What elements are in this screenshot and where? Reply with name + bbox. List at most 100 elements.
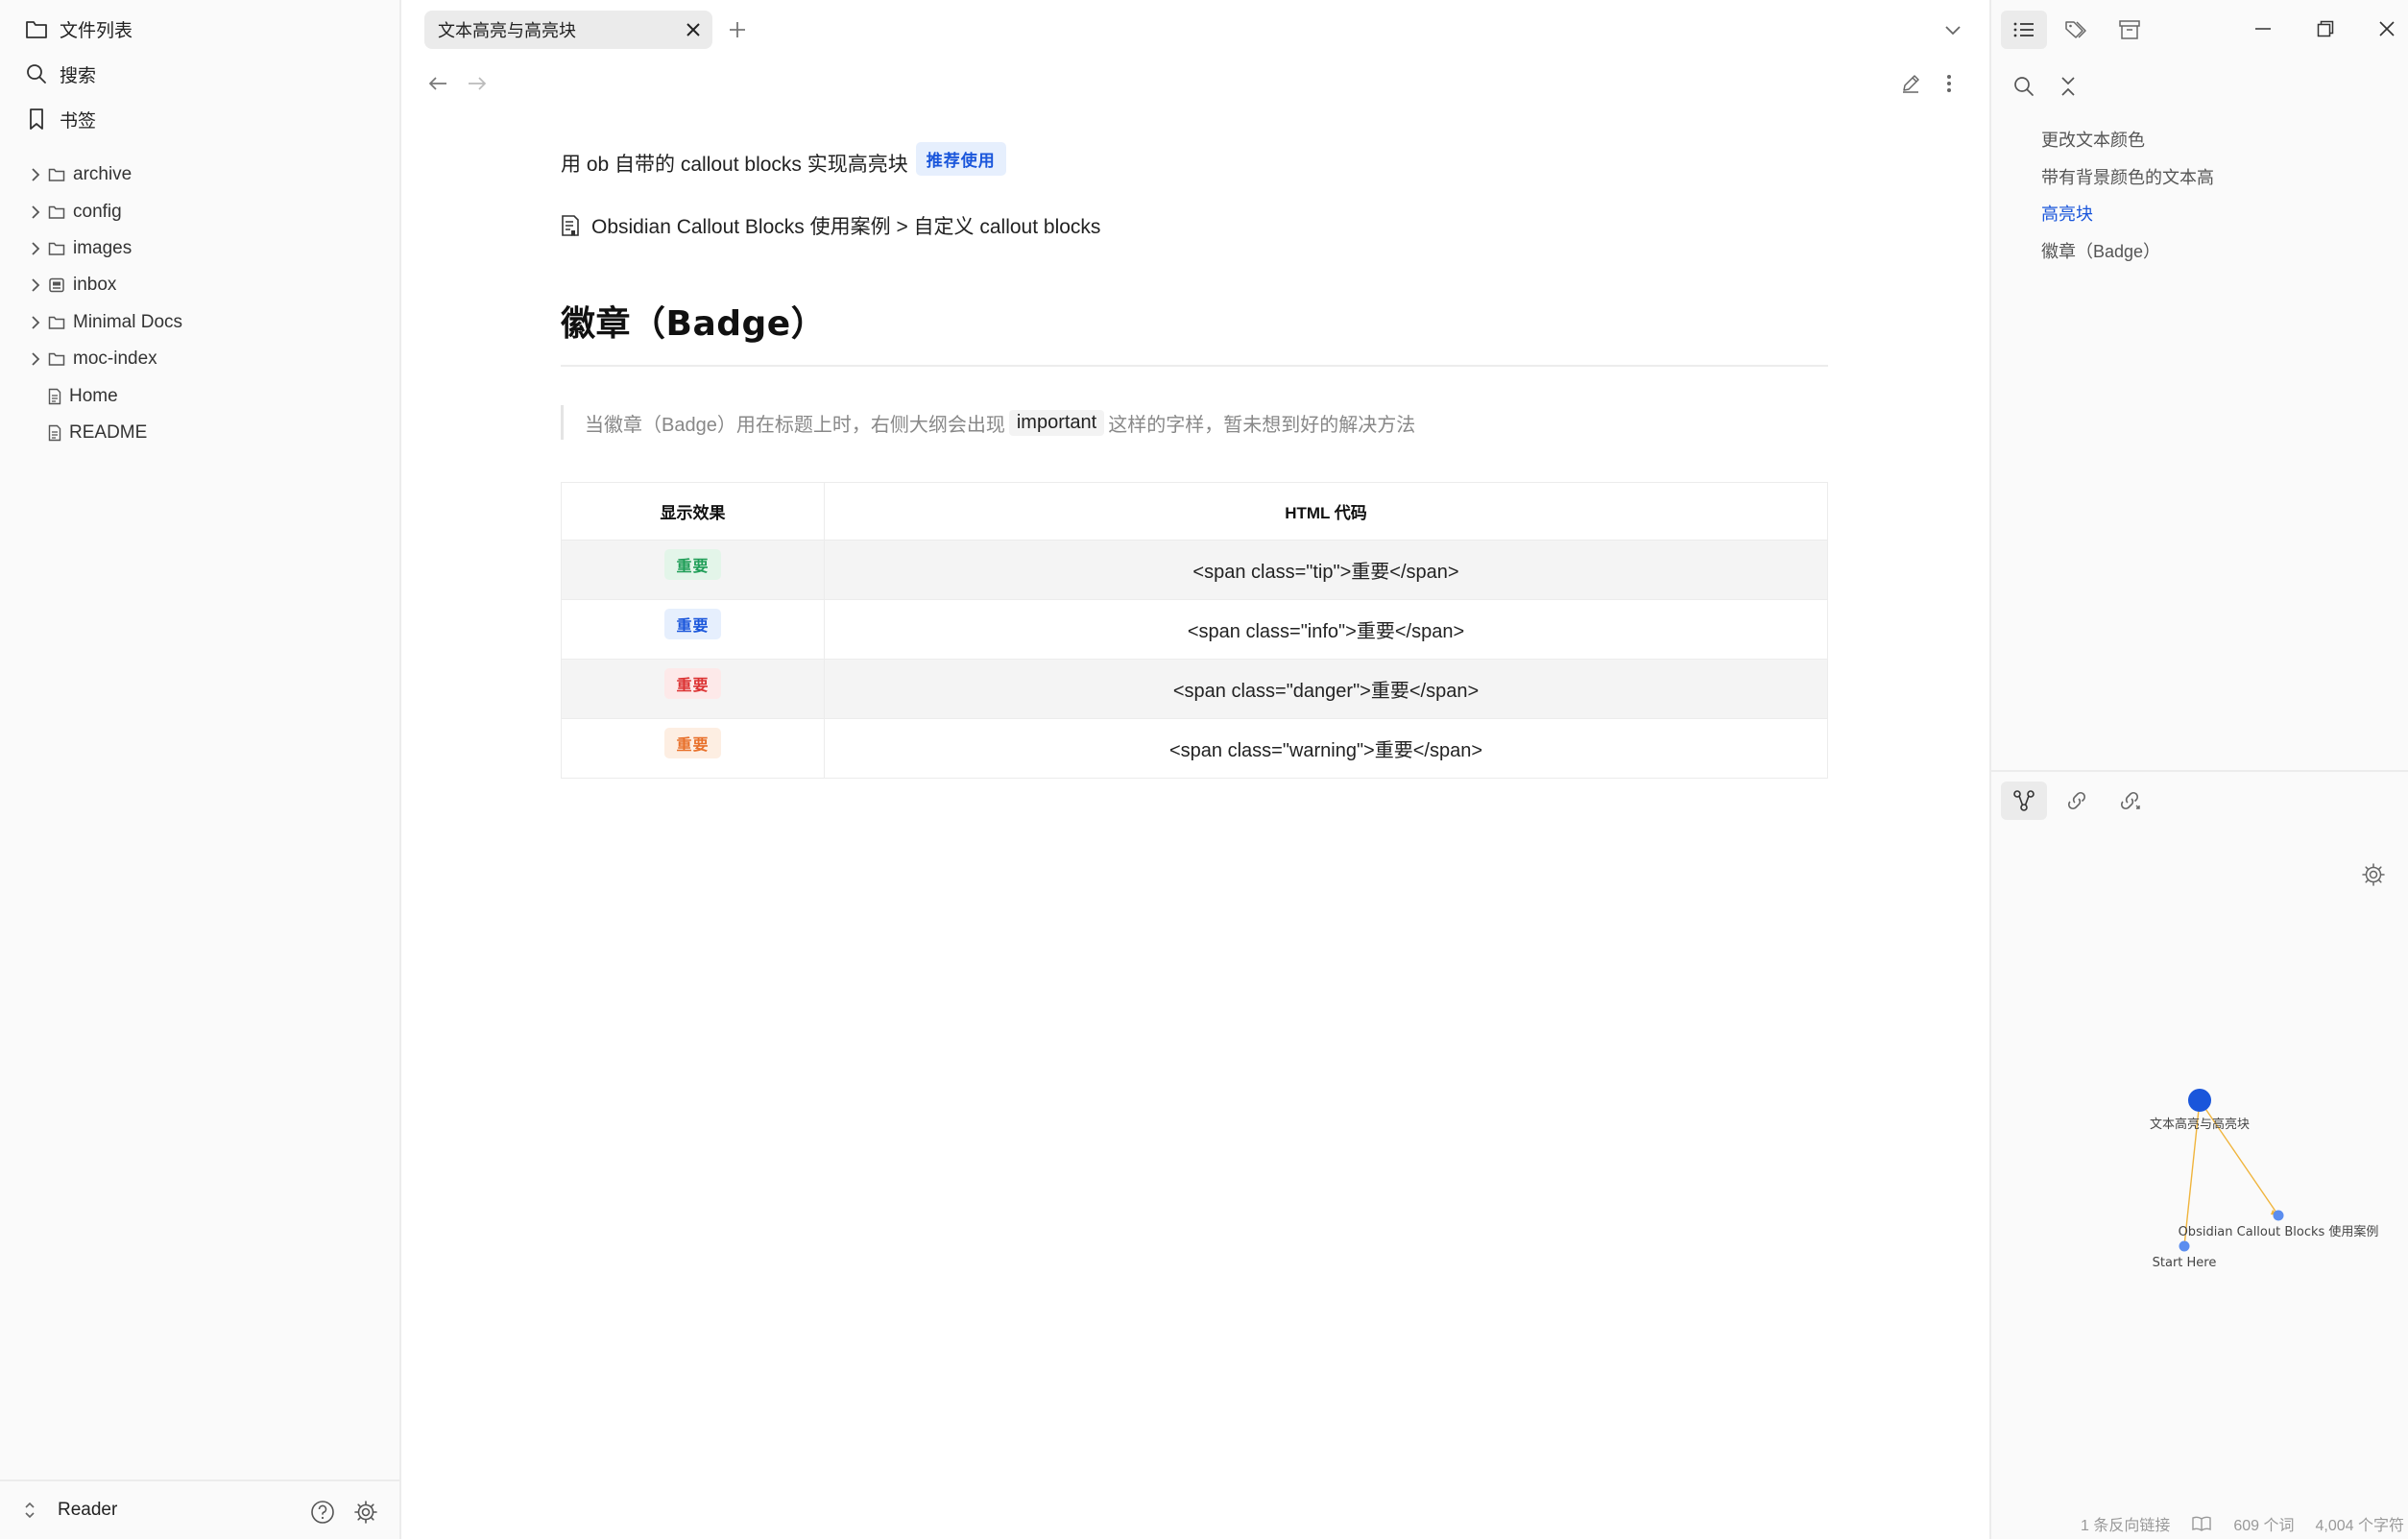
internal-link-text[interactable]: Obsidian Callout Blocks 使用案例 > 自定义 callo… — [591, 211, 1100, 240]
back-button[interactable] — [422, 68, 453, 99]
chevron-right-icon[interactable] — [27, 277, 44, 294]
nav-search[interactable]: 搜索 — [23, 55, 96, 93]
tree-item-label: Home — [69, 385, 118, 406]
note-content: 用 ob 自带的 callout blocks 实现高亮块 推荐使用 Obsid… — [561, 141, 1828, 779]
chevron-right-icon[interactable] — [27, 240, 44, 257]
table-cell-code: <span class="danger">重要</span> — [824, 659, 1828, 719]
badge-danger: 重要 — [664, 667, 721, 699]
nav-bookmarks-label: 书签 — [60, 110, 97, 132]
tab-active-note[interactable]: 文本高亮与高亮块 — [424, 11, 712, 49]
folder-icon — [48, 240, 65, 257]
right-sidebar: 更改文本颜色 带有背景颜色的文本高 高亮块 徽章（Badge） 文本高亮与高亮块… — [1989, 0, 2408, 1539]
internal-link[interactable]: Obsidian Callout Blocks 使用案例 > 自定义 callo… — [561, 209, 1828, 242]
tree-item-label: moc-index — [73, 349, 157, 370]
table-row: 重要 <span class="tip">重要</span> — [561, 540, 1828, 600]
tree-folder-minimal-docs[interactable]: Minimal Docs — [27, 304, 392, 341]
tree-file-readme[interactable]: README — [27, 415, 392, 451]
close-window-button[interactable] — [2370, 13, 2404, 44]
status-chars: 4,004 个字符 — [2315, 1518, 2405, 1534]
minimize-icon — [2255, 28, 2271, 30]
help-icon — [311, 1501, 334, 1524]
nav-files[interactable]: 文件列表 — [23, 10, 132, 48]
tags-icon — [2065, 21, 2086, 38]
bookmark-icon — [23, 106, 50, 132]
heading-divider — [561, 365, 1828, 367]
graph-icon — [2013, 790, 2035, 811]
table-row: 重要 <span class="warning">重要</span> — [561, 718, 1828, 779]
nav-files-label: 文件列表 — [60, 20, 133, 41]
blockquote: 当徽章（Badge）用在标题上时，右侧大纲会出现 important 这样的字样… — [561, 405, 1828, 440]
pane-divider[interactable] — [1991, 770, 2408, 772]
tree-file-home[interactable]: Home — [27, 377, 392, 414]
outline-list: 更改文本颜色 带有背景颜色的文本高 高亮块 徽章（Badge） — [2041, 121, 2214, 269]
collapse-all-button[interactable] — [2053, 71, 2083, 102]
table-header-display: 显示效果 — [561, 482, 825, 541]
chevron-right-icon[interactable] — [27, 204, 44, 221]
close-tab-button[interactable] — [682, 18, 705, 41]
nav-bookmarks[interactable]: 书签 — [23, 100, 96, 138]
table-header-html: HTML 代码 — [824, 482, 1828, 541]
tab-backlinks[interactable] — [2054, 782, 2100, 820]
outline-search-button[interactable] — [2009, 71, 2039, 102]
local-graph[interactable]: 文本高亮与高亮块 Obsidian Callout Blocks 使用案例 St… — [1991, 1046, 2408, 1296]
arrow-left-icon — [428, 77, 446, 90]
graph-node[interactable] — [2273, 1210, 2284, 1221]
table-cell-badge: 重要 — [561, 718, 825, 779]
restore-button[interactable] — [2308, 13, 2343, 44]
edit-mode-button[interactable] — [1895, 68, 1926, 99]
reading-mode-icon[interactable] — [2191, 1515, 2212, 1532]
tab-tags[interactable] — [2054, 11, 2100, 49]
outgoing-link-icon — [2120, 791, 2140, 810]
graph-node[interactable] — [2179, 1240, 2190, 1252]
inbox-icon — [48, 277, 65, 294]
new-tab-button[interactable] — [722, 14, 753, 45]
settings-button[interactable] — [351, 1498, 380, 1527]
left-sidebar: 文件列表 搜索 书签 archive config images inbox M… — [0, 0, 401, 1539]
graph-settings-button[interactable] — [2358, 859, 2389, 890]
restore-icon — [2317, 20, 2334, 37]
pencil-icon — [1903, 75, 1919, 93]
nav-search-label: 搜索 — [60, 65, 97, 86]
gear-icon — [354, 1501, 377, 1524]
quote-text-before: 当徽章（Badge）用在标题上时，右侧大纲会出现 — [585, 414, 1005, 436]
tab-local-graph[interactable] — [2001, 782, 2047, 820]
outline-item[interactable]: 带有背景颜色的文本高 — [2041, 158, 2214, 196]
gear-icon — [2362, 863, 2385, 886]
graph-node-current[interactable] — [2188, 1089, 2211, 1112]
tab-title: 文本高亮与高亮块 — [438, 21, 576, 40]
tree-folder-config[interactable]: config — [27, 193, 392, 229]
outline-item[interactable]: 徽章（Badge） — [2041, 232, 2214, 270]
backlink-icon — [2067, 791, 2086, 810]
editor-pane: 文本高亮与高亮块 用 ob 自带的 callout blocks 实现高亮块 推… — [401, 0, 1989, 1539]
table-cell-badge: 重要 — [561, 599, 825, 660]
tab-outline[interactable] — [2001, 11, 2047, 49]
tree-folder-images[interactable]: images — [27, 230, 392, 267]
collapse-icon — [2061, 77, 2075, 96]
folder-icon — [48, 314, 65, 331]
chevron-right-icon[interactable] — [27, 166, 44, 183]
tree-folder-inbox[interactable]: inbox — [27, 267, 392, 303]
tab-outgoing-links[interactable] — [2107, 782, 2153, 820]
tab-archive[interactable] — [2107, 11, 2153, 49]
more-options-button[interactable] — [1934, 68, 1964, 99]
plus-icon — [730, 22, 745, 37]
minimize-button[interactable] — [2246, 13, 2280, 44]
help-button[interactable] — [308, 1498, 337, 1527]
status-words: 609 个词 — [2233, 1518, 2295, 1534]
tab-list-button[interactable] — [1938, 14, 1968, 45]
tree-folder-archive[interactable]: archive — [27, 156, 392, 193]
outline-item-active[interactable]: 高亮块 — [2041, 195, 2214, 232]
folder-icon — [48, 350, 65, 368]
tree-item-label: Minimal Docs — [73, 311, 183, 332]
chevron-right-icon[interactable] — [27, 350, 44, 368]
status-backlinks[interactable]: 1 条反向链接 — [2081, 1512, 2170, 1535]
chevron-down-icon — [1945, 26, 1961, 36]
forward-button[interactable] — [462, 68, 493, 99]
vault-switcher[interactable]: Reader — [23, 1500, 117, 1521]
tree-folder-moc-index[interactable]: moc-index — [27, 341, 392, 377]
table-cell-badge: 重要 — [561, 659, 825, 719]
outline-item[interactable]: 更改文本颜色 — [2041, 121, 2214, 158]
tree-item-label: inbox — [73, 275, 117, 296]
close-icon — [686, 23, 700, 36]
chevron-right-icon[interactable] — [27, 314, 44, 331]
